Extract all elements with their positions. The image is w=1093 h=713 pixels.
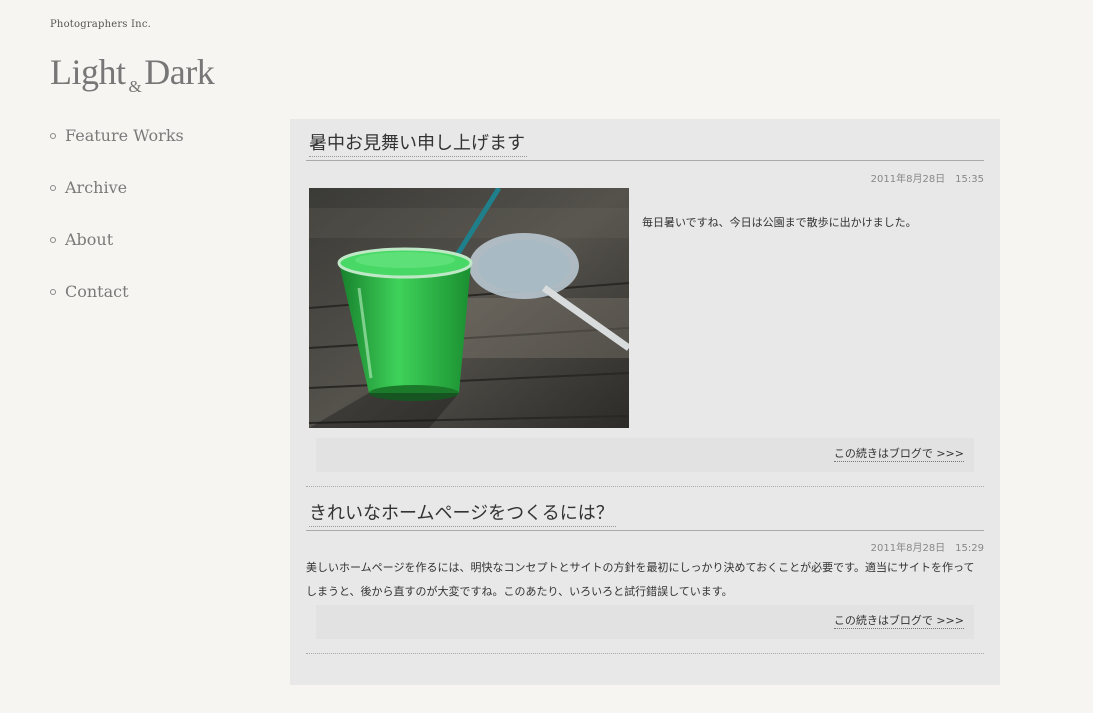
nav-item-label: Archive xyxy=(65,178,128,197)
nav-item-label: Feature Works xyxy=(65,126,184,145)
logo-ampersand: & xyxy=(128,77,142,96)
post-1-body: 毎日暑いですね、今日は公園まで散歩に出かけました。 xyxy=(642,216,917,229)
post-1-more-box: この続きはブログで >>> xyxy=(316,438,974,472)
post-2-more-box: この続きはブログで >>> xyxy=(316,605,974,639)
post-1-title: 暑中お見舞い申し上げます xyxy=(306,119,984,161)
nav-item-contact[interactable]: Contact xyxy=(50,278,184,330)
bullet-icon xyxy=(50,133,56,139)
read-more-link[interactable]: この続きはブログで >>> xyxy=(833,446,964,462)
post-2-date: 2011年8月28日 15:29 xyxy=(870,543,984,554)
post-title-text[interactable]: 暑中お見舞い申し上げます xyxy=(309,132,527,157)
bullet-icon xyxy=(50,237,56,243)
post-1-date: 2011年8月28日 15:35 xyxy=(870,174,984,185)
post-divider xyxy=(306,653,984,654)
logo-light: Light xyxy=(50,52,126,92)
site-logo[interactable]: Light &Dark xyxy=(50,50,215,109)
nav-item-label: About xyxy=(65,230,114,249)
bullet-icon xyxy=(50,289,56,295)
read-more-link[interactable]: この続きはブログで >>> xyxy=(833,613,964,629)
bullet-icon xyxy=(50,185,56,191)
main-nav: Feature Works Archive About Contact xyxy=(50,122,184,330)
nav-item-archive[interactable]: Archive xyxy=(50,174,184,226)
post-2-title: きれいなホームページをつくるには？ xyxy=(306,489,984,531)
nav-item-label: Contact xyxy=(65,282,129,301)
post-2-body: 美しいホームページを作るには、明快なコンセプトとサイトの方針を最初にしっかり決め… xyxy=(306,561,975,598)
post-title-text[interactable]: きれいなホームページをつくるには？ xyxy=(309,502,616,527)
green-soda-photo xyxy=(309,188,629,428)
content-panel: 暑中お見舞い申し上げます 2011年8月28日 15:35 毎日暑いですね、今日… xyxy=(290,119,1000,685)
site-company: Photographers Inc. xyxy=(50,19,151,30)
nav-item-feature-works[interactable]: Feature Works xyxy=(50,122,184,174)
nav-item-about[interactable]: About xyxy=(50,226,184,278)
post-divider xyxy=(306,486,984,487)
logo-dark: Dark xyxy=(144,52,215,92)
